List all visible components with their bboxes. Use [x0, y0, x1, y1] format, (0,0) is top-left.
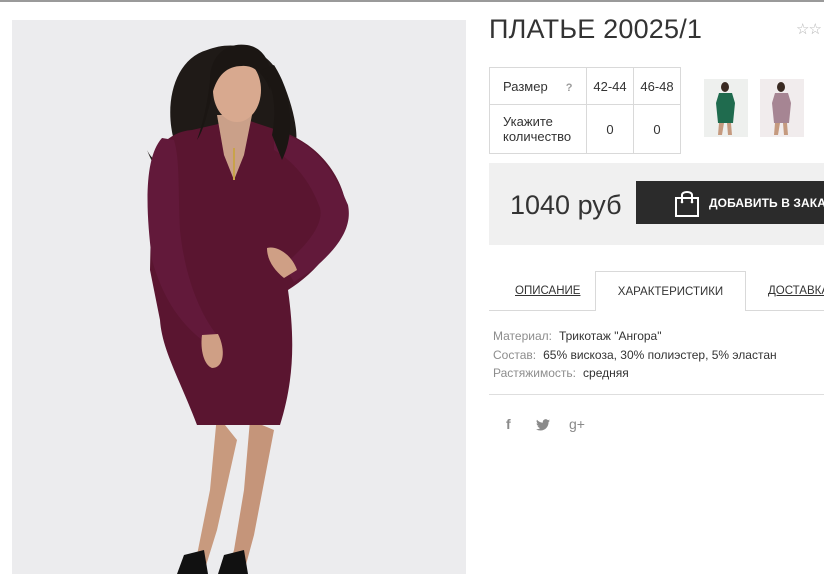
tab-characteristics-label: ХАРАКТЕРИСТИКИ	[617, 286, 724, 298]
size-46-48: 46-48	[633, 67, 681, 105]
shopping-bag-icon	[675, 191, 699, 217]
tab-delivery[interactable]: ДОСТАВКА	[768, 285, 824, 297]
size-row: Размер? 42-44 46-48	[489, 67, 681, 105]
top-divider	[0, 0, 824, 2]
quantity-row: Укажите количество 0 0	[489, 104, 681, 154]
help-icon[interactable]: ?	[566, 82, 573, 94]
quantity-input-42-44[interactable]: 0	[586, 104, 634, 154]
product-title: ПЛАТЬЕ 20025/1	[489, 14, 703, 44]
thumbnail-pink-dress[interactable]	[760, 79, 804, 137]
tab-characteristics[interactable]: ХАРАКТЕРИСТИКИ	[595, 271, 746, 311]
section-divider	[489, 394, 824, 395]
add-to-order-label: ДОБАВИТЬ В ЗАКАЗ	[709, 196, 824, 210]
spec-value: средняя	[583, 366, 629, 380]
google-plus-icon[interactable]: g+	[569, 416, 585, 432]
spec-material: Материал: Трикотаж "Ангора"	[493, 327, 777, 346]
spec-composition: Состав: 65% вискоза, 30% полиэстер, 5% эл…	[493, 346, 777, 365]
spec-value: Трикотаж "Ангора"	[558, 329, 662, 343]
spec-value: 65% вискоза, 30% полиэстер, 5% эластан	[543, 347, 777, 362]
size-quantity-table: Размер? 42-44 46-48 Укажите количество 0…	[489, 67, 681, 154]
spec-key: Состав:	[493, 347, 537, 362]
quantity-input-46-48[interactable]: 0	[633, 104, 681, 154]
size-label-cell: Размер?	[489, 67, 587, 105]
size-label: Размер	[503, 78, 548, 94]
thumbnail-green-dress[interactable]	[704, 79, 748, 137]
tab-description[interactable]: ОПИСАНИЕ	[515, 285, 580, 297]
size-42-44: 42-44	[586, 67, 634, 105]
quantity-label-cell: Укажите количество	[489, 104, 587, 154]
spec-key: Материал:	[493, 329, 552, 343]
spec-key: Растяжимость:	[493, 366, 577, 380]
quantity-label-line1: Укажите	[503, 114, 553, 129]
quantity-label-line2: количество	[503, 129, 572, 144]
price-panel: 1040 руб ДОБАВИТЬ В ЗАКАЗ	[489, 163, 824, 245]
spec-stretch: Растяжимость: средняя	[493, 364, 777, 383]
product-price: 1040 руб	[510, 190, 622, 220]
rating-stars[interactable]: ☆☆	[796, 20, 822, 38]
product-main-image[interactable]	[12, 20, 466, 574]
add-to-order-button[interactable]: ДОБАВИТЬ В ЗАКАЗ	[636, 181, 824, 224]
twitter-icon[interactable]	[536, 418, 550, 434]
characteristics-list: Материал: Трикотаж "Ангора" Состав: 65% ви…	[493, 327, 777, 383]
facebook-icon[interactable]: f	[506, 416, 511, 432]
